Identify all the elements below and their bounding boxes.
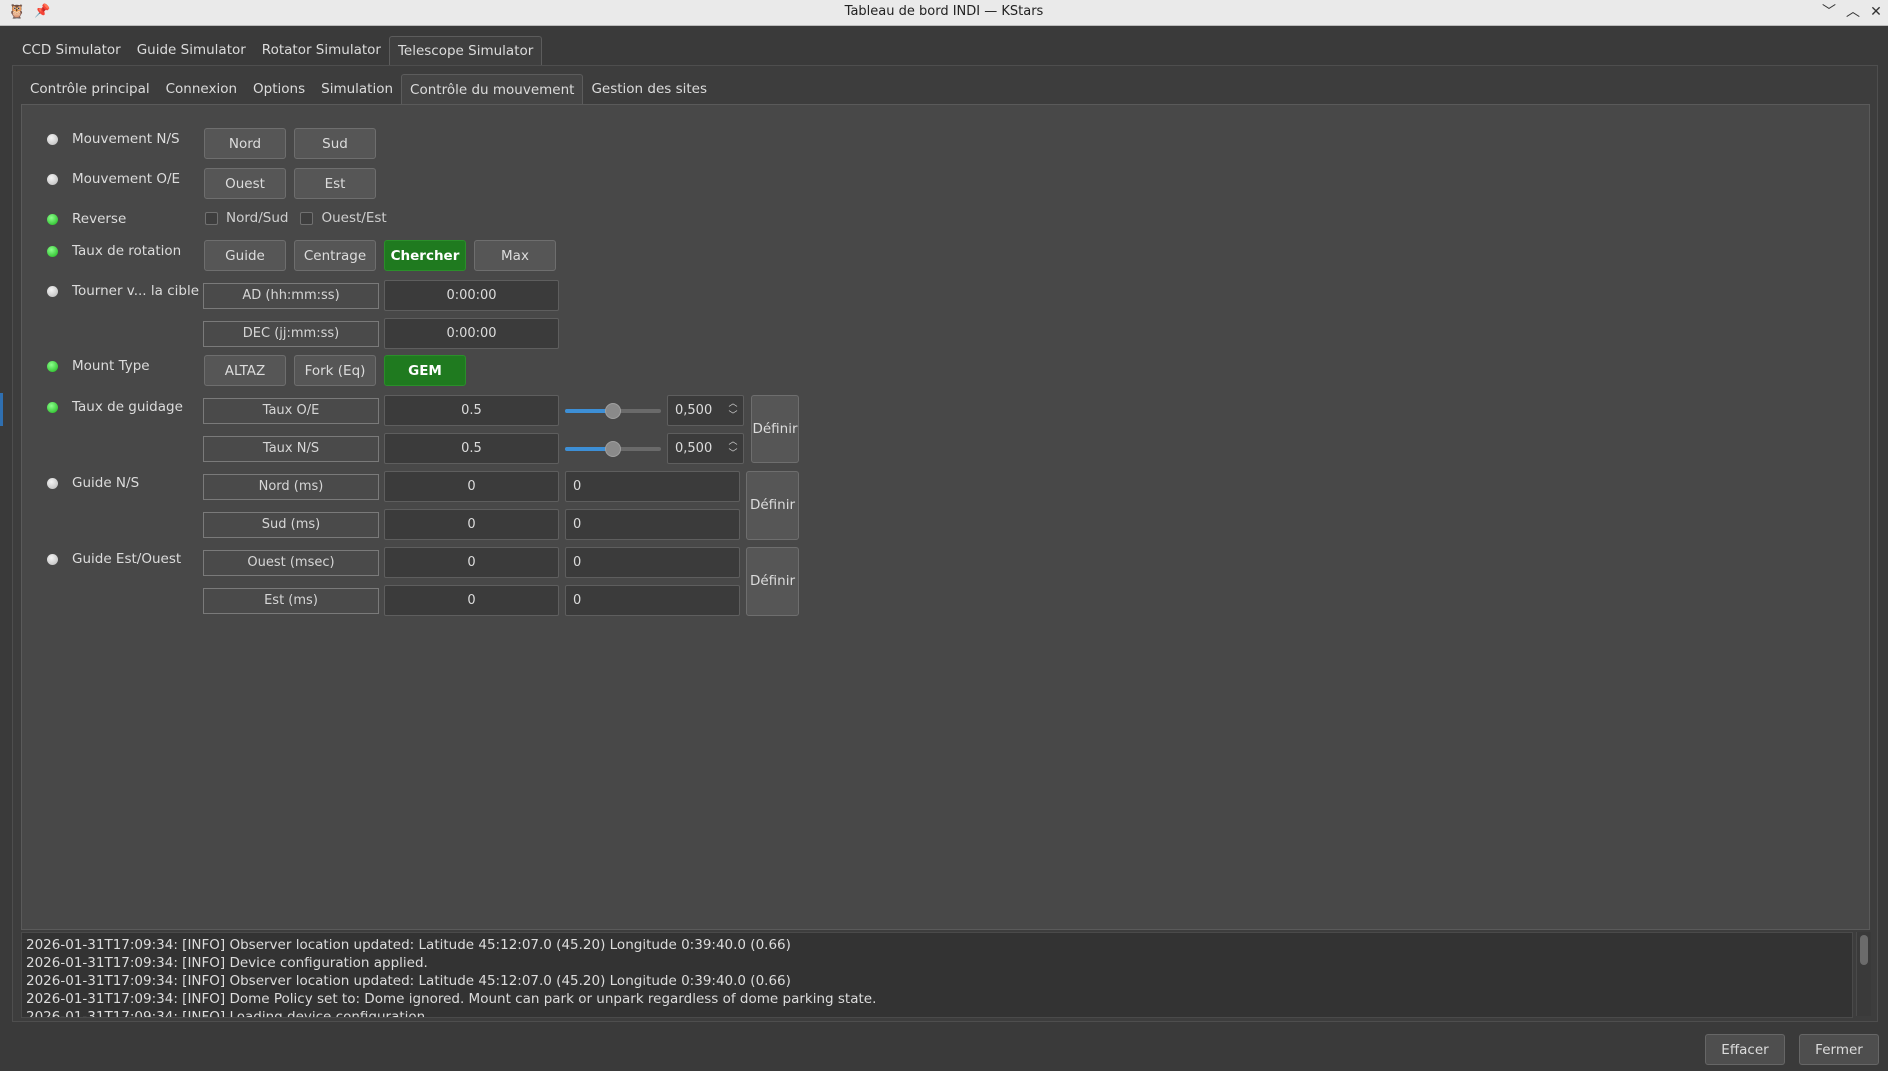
guide-sud-value: 0 [384, 509, 559, 540]
tab-ccd-simulator[interactable]: CCD Simulator [14, 36, 129, 65]
minimize-button[interactable]: ﹀ [1819, 2, 1839, 22]
guide-rate-ns-value: 0.5 [384, 433, 559, 464]
label-guide-ns: Guide N/S [72, 475, 140, 491]
guide-nord-label: Nord (ms) [203, 474, 379, 500]
tab-options[interactable]: Options [245, 74, 314, 104]
label-guide-eo: Guide Est/Ouest [72, 551, 182, 567]
slider-handle[interactable] [605, 403, 621, 419]
log-line: 2026-01-31T17:09:34: [INFO] Dome Policy … [26, 991, 877, 1007]
window-titlebar: 🦉 📌 Tableau de bord INDI — KStars ﹀ ︿ ✕ [0, 0, 1888, 26]
guide-rate-oe-slider[interactable] [565, 403, 661, 419]
window-title: Tableau de bord INDI — KStars [844, 4, 1044, 19]
label-tourner-cible: Tourner v... la cible [72, 283, 200, 299]
spin-arrows-icon[interactable]: ︿ ﹀ [727, 398, 739, 422]
status-light-guide-ns [47, 478, 58, 489]
rate-chercher-button[interactable]: Chercher [384, 240, 466, 271]
message-log[interactable]: 2026-01-31T17:09:34: [INFO] Observer loc… [21, 932, 1853, 1018]
reverse-ouest-est-checkbox[interactable] [300, 211, 314, 225]
close-window-button[interactable]: ✕ [1866, 2, 1886, 22]
ra-value: 0:00:00 [384, 280, 559, 311]
status-light-taux-rotation [47, 246, 58, 257]
close-button[interactable]: Fermer [1799, 1034, 1879, 1065]
rate-max-button[interactable]: Max [474, 240, 556, 271]
device-tabbar: CCD Simulator Guide Simulator Rotator Si… [14, 36, 543, 66]
guide-rate-oe-spin-value: 0,500 [675, 403, 713, 418]
guide-nord-value: 0 [384, 471, 559, 502]
reverse-nord-sud-label: Nord/Sud [226, 210, 289, 226]
label-mount-type: Mount Type [72, 358, 150, 374]
status-light-tourner-cible [47, 286, 58, 297]
guide-rate-ns-spinbox[interactable]: 0,500 ︿ ﹀ [667, 433, 744, 464]
status-light-mouvement-oe [47, 174, 58, 185]
tab-gestion-des-sites[interactable]: Gestion des sites [583, 74, 716, 104]
guide-sud-label: Sud (ms) [203, 512, 379, 538]
set-guide-rate-button[interactable]: Définir [751, 395, 799, 463]
status-light-mount-type [47, 361, 58, 372]
set-guide-ns-button[interactable]: Définir [746, 471, 799, 540]
tab-guide-simulator[interactable]: Guide Simulator [129, 36, 254, 65]
est-button[interactable]: Est [294, 168, 376, 199]
mount-altaz-button[interactable]: ALTAZ [204, 355, 286, 386]
motion-control-panel: Mouvement N/S Nord Sud Mouvement O/E Oue… [21, 104, 1870, 930]
guide-rate-ns-slider[interactable] [565, 441, 661, 457]
ra-field-label: AD (hh:mm:ss) [203, 283, 379, 309]
label-taux-rotation: Taux de rotation [72, 243, 182, 259]
label-mouvement-oe: Mouvement O/E [72, 171, 181, 187]
rate-guide-button[interactable]: Guide [204, 240, 286, 271]
status-light-mouvement-ns [47, 134, 58, 145]
tab-telescope-simulator[interactable]: Telescope Simulator [388, 36, 543, 66]
guide-rate-ns-label: Taux N/S [203, 436, 379, 462]
label-reverse: Reverse [72, 211, 127, 227]
reverse-ouest-est-label: Ouest/Est [321, 210, 387, 226]
guide-ouest-value: 0 [384, 547, 559, 578]
group-tabbar: Contrôle principal Connexion Options Sim… [22, 74, 716, 105]
guide-est-label: Est (ms) [203, 588, 379, 614]
nord-button[interactable]: Nord [204, 128, 286, 159]
tab-controle-principal[interactable]: Contrôle principal [22, 74, 158, 104]
log-scrollbar-thumb[interactable] [1860, 935, 1868, 965]
sud-button[interactable]: Sud [294, 128, 376, 159]
guide-est-value: 0 [384, 585, 559, 616]
log-scrollbar[interactable] [1856, 932, 1871, 1016]
guide-ouest-input[interactable]: 0 [565, 547, 740, 578]
log-line: 2026-01-31T17:09:34: [INFO] Observer loc… [26, 937, 791, 953]
mount-fork-button[interactable]: Fork (Eq) [294, 355, 376, 386]
status-light-guide-eo [47, 554, 58, 565]
guide-nord-input[interactable]: 0 [565, 471, 740, 502]
tab-rotator-simulator[interactable]: Rotator Simulator [254, 36, 389, 65]
guide-rate-ns-spin-value: 0,500 [675, 441, 713, 456]
reverse-options: Nord/Sud Ouest/Est [205, 210, 399, 226]
tab-controle-du-mouvement[interactable]: Contrôle du mouvement [401, 74, 584, 105]
guide-ouest-label: Ouest (msec) [203, 550, 379, 576]
log-line: 2026-01-31T17:09:34: [INFO] Observer loc… [26, 973, 791, 989]
status-light-reverse [47, 214, 58, 225]
spin-arrows-icon[interactable]: ︿ ﹀ [727, 436, 739, 460]
status-light-taux-guidage [47, 402, 58, 413]
dec-field-label: DEC (jj:mm:ss) [203, 321, 379, 347]
slider-handle[interactable] [605, 441, 621, 457]
ouest-button[interactable]: Ouest [204, 168, 286, 199]
rate-centrage-button[interactable]: Centrage [294, 240, 376, 271]
guide-rate-oe-label: Taux O/E [203, 398, 379, 424]
background-window-accent [0, 393, 3, 426]
log-line: 2026-01-31T17:09:34: [INFO] Device confi… [26, 955, 428, 971]
dec-value: 0:00:00 [384, 318, 559, 349]
reverse-nord-sud-checkbox[interactable] [205, 211, 218, 225]
label-mouvement-ns: Mouvement N/S [72, 131, 180, 147]
guide-sud-input[interactable]: 0 [565, 509, 740, 540]
tab-simulation[interactable]: Simulation [313, 74, 402, 104]
maximize-button[interactable]: ︿ [1843, 2, 1863, 22]
label-taux-guidage: Taux de guidage [72, 399, 183, 415]
mount-gem-button[interactable]: GEM [384, 355, 466, 386]
guide-est-input[interactable]: 0 [565, 585, 740, 616]
log-line: 2026-01-31T17:09:34: [INFO] Loading devi… [26, 1009, 439, 1018]
clear-button[interactable]: Effacer [1705, 1034, 1785, 1065]
guide-rate-oe-spinbox[interactable]: 0,500 ︿ ﹀ [667, 395, 744, 426]
tab-connexion[interactable]: Connexion [157, 74, 246, 104]
guide-rate-oe-value: 0.5 [384, 395, 559, 426]
set-guide-eo-button[interactable]: Définir [746, 547, 799, 616]
